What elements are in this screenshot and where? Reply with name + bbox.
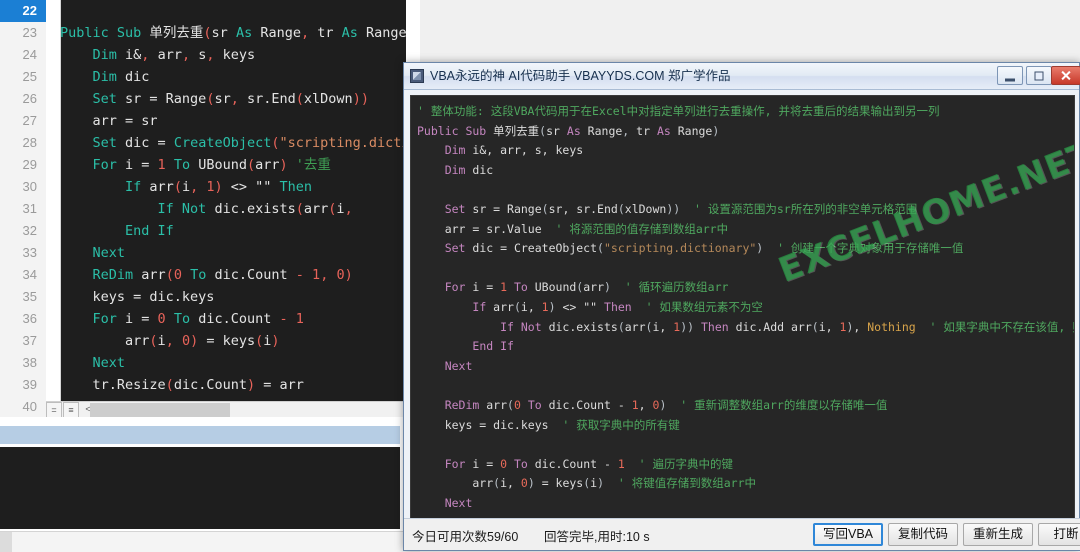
line-number-gutter: 2223242526272829303132333435363738394041…	[0, 0, 47, 417]
maximize-icon	[1034, 71, 1044, 80]
code-line: Public Sub 单列去重(sr As Range, tr As Range…	[60, 25, 415, 41]
code-line: For i = 1 To UBound(arr) '去重	[92, 157, 331, 173]
ai-code-line: arr(i, 0) = keys(i) ' 将键值存储到数组arr中	[417, 476, 757, 491]
scroll-left-button[interactable]: =	[46, 402, 62, 418]
code-line: Next	[92, 245, 126, 261]
dialog-title: VBA永远的神 AI代码助手 VBAYYDS.COM 郑广学作品	[430, 69, 731, 83]
line-number: 31	[22, 201, 37, 216]
code-text[interactable]: Public Sub 单列去重(sr As Range, tr As Range…	[60, 0, 420, 417]
selection-band	[0, 426, 420, 444]
dialog-body: ' 整体功能: 这段VBA代码用于在Excel中对指定单列进行去重操作, 并将去…	[404, 89, 1080, 552]
code-line: End If	[125, 223, 174, 239]
line-number: 37	[22, 333, 37, 348]
close-button[interactable]	[1051, 66, 1080, 85]
scrollbar-thumb[interactable]	[90, 403, 230, 417]
line-number: 28	[22, 135, 37, 150]
line-number: 23	[22, 25, 37, 40]
line-number: 27	[22, 113, 37, 128]
code-line: Dim i&, arr, s, keys	[92, 47, 256, 63]
ai-code-line: If Not dic.exists(arr(i, 1)) Then dic.Ad…	[500, 319, 1074, 334]
code-line: If arr(i, 1) <> "" Then	[125, 179, 313, 195]
ai-code-line	[417, 259, 1074, 279]
line-number: 26	[22, 91, 37, 106]
line-number: 29	[22, 157, 37, 172]
code-line: ReDim arr(0 To dic.Count - 1, 0)	[92, 267, 353, 283]
status-corner	[0, 532, 12, 552]
dialog-footer: 今日可用次数59/60 回答完毕,用时:10 s 写回VBA 复制代码 重新生成…	[404, 518, 1080, 550]
code-line: arr = sr	[60, 113, 158, 129]
ai-code-line: Set dic = CreateObject("scripting.dictio…	[444, 241, 964, 256]
code-line: arr(i, 0) = keys(i)	[60, 333, 280, 349]
line-number: 38	[22, 355, 37, 370]
ai-code-line: Dim dic	[444, 162, 494, 177]
app-icon	[410, 69, 424, 83]
horizontal-scrollbar[interactable]: = ≡ <	[46, 401, 420, 418]
write-back-vba-button[interactable]: 写回VBA	[813, 523, 883, 546]
line-number: 24	[22, 47, 37, 62]
line-number: 39	[22, 377, 37, 392]
ai-code-line: Next	[444, 495, 473, 510]
daily-quota-label: 今日可用次数59/60	[412, 530, 519, 544]
minimize-icon	[1005, 78, 1015, 81]
ai-assistant-dialog: VBA永远的神 AI代码助手 VBAYYDS.COM 郑广学作品 ' 整体功能:…	[403, 62, 1080, 551]
ai-code-line	[417, 376, 1074, 396]
code-line: keys = dic.keys	[60, 289, 215, 305]
code-line: Next	[92, 355, 126, 371]
gutter-margin	[46, 0, 61, 417]
ai-code-line: Set sr = Range(sr, sr.End(xlDown)) ' 设置源…	[444, 201, 918, 216]
ai-code-line: For i = 0 To dic.Count - 1 ' 遍历字典中的键	[444, 456, 733, 471]
dialog-titlebar[interactable]: VBA永远的神 AI代码助手 VBAYYDS.COM 郑广学作品	[404, 63, 1080, 90]
interrupt-button[interactable]: 打断	[1038, 523, 1080, 546]
ai-code-line: For i = 1 To UBound(arr) ' 循环遍历数组arr	[444, 280, 729, 295]
code-continuation-band	[0, 447, 400, 529]
code-line: If Not dic.exists(arr(i,	[157, 201, 353, 217]
ai-code-line: ReDim arr(0 To dic.Count - 1, 0) ' 重新调整数…	[444, 397, 888, 412]
ai-code-line: End If	[472, 339, 514, 354]
maximize-button[interactable]	[1026, 66, 1052, 85]
ai-code-line: Dim i&, arr, s, keys	[444, 143, 584, 158]
ai-code-text[interactable]: ' 整体功能: 这段VBA代码用于在Excel中对指定单列进行去重操作, 并将去…	[417, 102, 1074, 518]
line-number: 34	[22, 267, 37, 282]
ai-code-line	[417, 435, 1074, 455]
line-number: 33	[22, 245, 37, 260]
line-number: 32	[22, 223, 37, 238]
line-number: 30	[22, 179, 37, 194]
ai-code-line: ' 整体功能: 这段VBA代码用于在Excel中对指定单列进行去重操作, 并将去…	[417, 104, 940, 118]
ai-code-line: arr = sr.Value ' 将源范围的值存储到数组arr中	[417, 221, 729, 236]
ai-code-line: Next	[444, 358, 473, 373]
code-line: Dim dic	[92, 69, 150, 85]
code-line: tr.Resize(dic.Count) = arr	[60, 377, 304, 393]
code-line: Set dic = CreateObject("scripting.dictio…	[92, 135, 420, 151]
regenerate-button[interactable]: 重新生成	[963, 523, 1033, 546]
editor-status-strip	[0, 531, 420, 552]
ai-code-line	[417, 180, 1074, 200]
ai-code-line: If arr(i, 1) <> "" Then ' 如果数组元素不为空	[472, 299, 763, 314]
copy-code-button[interactable]: 复制代码	[888, 523, 958, 546]
status-label: 回答完毕,用时:10 s	[544, 530, 650, 544]
ai-code-output[interactable]: ' 整体功能: 这段VBA代码用于在Excel中对指定单列进行去重操作, 并将去…	[410, 95, 1075, 519]
code-line: Set sr = Range(sr, sr.End(xlDown))	[92, 91, 369, 107]
line-number: 25	[22, 69, 37, 84]
line-number: 22	[0, 0, 46, 22]
code-line: For i = 0 To dic.Count - 1	[92, 311, 304, 327]
line-number: 36	[22, 311, 37, 326]
close-icon	[1061, 70, 1072, 81]
line-number: 35	[22, 289, 37, 304]
line-number: 40	[22, 399, 37, 414]
ai-code-line: keys = dic.keys ' 获取字典中的所有键	[417, 417, 680, 432]
ai-code-line: Public Sub 单列去重(sr As Range, tr As Range…	[417, 123, 720, 138]
minimize-button[interactable]	[997, 66, 1023, 85]
scroll-mid-button[interactable]: ≡	[63, 402, 79, 418]
code-pane[interactable]: Public Sub 单列去重(sr As Range, tr As Range…	[0, 0, 420, 417]
